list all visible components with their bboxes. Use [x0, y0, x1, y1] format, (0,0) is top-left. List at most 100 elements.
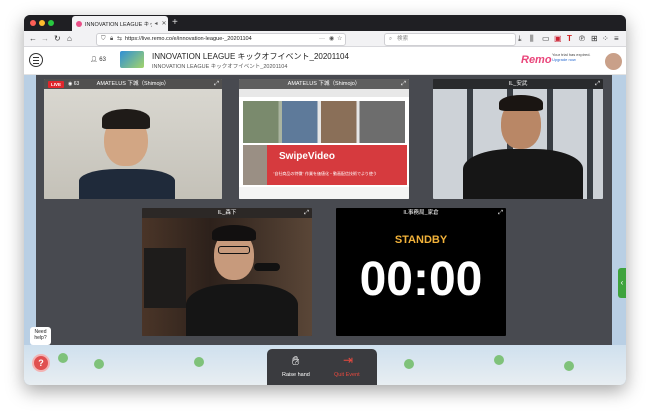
chevron-left-icon: ‹: [620, 278, 624, 287]
extension-gift-icon[interactable]: ⊞: [591, 33, 598, 44]
home-icon[interactable]: ⌂: [67, 33, 72, 44]
tree-decoration: [404, 359, 414, 369]
eye-icon: ◉: [68, 81, 73, 87]
tile-label-text: IL_森下: [217, 210, 237, 216]
tile-label: AMATELUS 下城（Shimojo）: [239, 79, 409, 89]
browser-tab[interactable]: INNOVATION LEAGUE キックオ ◂ ✕: [72, 16, 168, 31]
poster-left: [144, 248, 186, 308]
speaker-hair: [499, 95, 543, 111]
remo-favicon-icon: [76, 20, 82, 27]
search-input[interactable]: ⌕ 検索: [384, 33, 516, 46]
tree-decoration: [194, 357, 204, 367]
video-tile[interactable]: IL_森下 ⤢: [142, 208, 312, 336]
remo-header: 👤︎ 63 INNOVATION LEAGUE キックオフイベント_202011…: [24, 47, 626, 75]
need-help-bubble: Need help?: [30, 327, 51, 345]
extension-p-icon[interactable]: ℗: [579, 33, 585, 44]
question-icon: ?: [38, 358, 44, 368]
lock-icon: 🔒︎: [110, 36, 114, 42]
new-tab-icon[interactable]: +: [172, 16, 178, 30]
tree-decoration: [564, 361, 574, 371]
tile-label: IL事務局_家倉: [336, 208, 506, 218]
extension-dots-icon[interactable]: ⁘: [602, 33, 609, 44]
pocket-icon[interactable]: ◉: [329, 34, 334, 45]
permissions-icon[interactable]: ⇆: [117, 34, 122, 45]
slide-brand-text: SwipeVideo: [279, 151, 335, 162]
minimize-window-icon[interactable]: [39, 20, 45, 26]
address-bar[interactable]: ⛉ 🔒︎ ⇆ https://live.remo.co/e/innovation…: [96, 33, 346, 46]
attendee-count-value: 63: [99, 57, 106, 63]
tile-label-text: IL_安武: [508, 81, 528, 87]
browser-window: INNOVATION LEAGUE キックオ ◂ ✕ + ← → ↻ ⌂ ⛉ 🔒…: [24, 15, 626, 385]
close-tab-icon[interactable]: ✕: [160, 20, 168, 27]
trial-notice: Your trial has expired. Upgrade now: [552, 52, 600, 62]
back-icon[interactable]: ←: [29, 33, 37, 44]
upgrade-link[interactable]: Upgrade now: [552, 57, 576, 62]
speaker-hair: [102, 109, 150, 129]
speaker-body: [186, 284, 298, 336]
slide-caption: "自社商品の特徴" 作業を価値化・動画配信技術でより使う: [273, 171, 377, 176]
stage-panel: AMATELUS 下城（Shimojo） LIVE ◉ 63 ⤢ AMATELU…: [36, 75, 612, 345]
expand-icon[interactable]: ⤢: [304, 209, 309, 217]
shield-icon: ⛉: [101, 36, 106, 42]
tile-label-text: AMATELUS 下城（Shimojo）: [96, 81, 170, 87]
quit-event-button[interactable]: Quit Event: [334, 372, 360, 378]
tile-label-text: IL事務局_家倉: [403, 210, 439, 216]
speaker-hair: [212, 225, 256, 241]
event-stage: AMATELUS 下城（Shimojo） LIVE ◉ 63 ⤢ AMATELU…: [24, 75, 626, 385]
tab-bar: INNOVATION LEAGUE キックオ ◂ ✕ +: [24, 15, 626, 31]
expand-icon[interactable]: ⤢: [595, 80, 600, 88]
expand-icon[interactable]: ⤢: [498, 209, 503, 217]
search-icon: ⌕: [389, 36, 393, 42]
tile-label-text: AMATELUS 下城（Shimojo）: [287, 81, 361, 87]
bookmark-star-icon[interactable]: ☆: [337, 34, 342, 45]
slide-photo-left: [243, 145, 267, 185]
event-subtitle: INNOVATION LEAGUE キックオフイベント_20201104: [152, 64, 288, 70]
extension-t-icon[interactable]: T: [567, 33, 572, 44]
download-icon[interactable]: ⤓: [518, 33, 522, 44]
attendee-count: 👤︎ 63: [90, 56, 106, 63]
standby-text: STANDBY: [394, 234, 448, 246]
person-icon: 👤︎: [90, 57, 98, 63]
viewer-count: ◉ 63: [68, 81, 79, 88]
expand-icon[interactable]: ⤢: [401, 80, 406, 88]
tree-decoration: [58, 353, 68, 363]
expand-icon[interactable]: ⤢: [214, 80, 219, 88]
remo-logo: Remo: [521, 54, 552, 66]
raise-hand-button[interactable]: Raise hand: [282, 372, 310, 378]
speaker-body: [79, 169, 175, 199]
live-badge: LIVE: [48, 81, 65, 88]
slide-photo-grid: [243, 101, 405, 143]
side-panel-toggle[interactable]: ‹: [618, 268, 626, 298]
tile-label: IL_森下: [142, 208, 312, 218]
tab-title: INNOVATION LEAGUE キックオ: [85, 21, 152, 28]
video-tile[interactable]: IL_安武 ⤢: [433, 79, 603, 199]
video-tile[interactable]: AMATELUS 下城（Shimojo） ⤢ SwipeVideo "自社商品の…: [239, 79, 409, 199]
video-tile[interactable]: IL事務局_家倉 ⤢ STANDBY 00:00: [336, 208, 506, 336]
extension-red-icon[interactable]: ▣: [554, 33, 562, 44]
speaker-icon[interactable]: ◂: [152, 20, 160, 27]
microphone-icon: [254, 263, 280, 271]
close-window-icon[interactable]: [30, 20, 36, 26]
video-tile[interactable]: AMATELUS 下城（Shimojo） LIVE ◉ 63 ⤢: [44, 79, 222, 199]
raise-hand-icon[interactable]: ✋︎: [292, 353, 299, 369]
forward-icon[interactable]: →: [41, 33, 49, 44]
event-title: INNOVATION LEAGUE キックオフイベント_20201104: [152, 52, 349, 61]
help-button[interactable]: ?: [32, 354, 50, 372]
library-icon[interactable]: ⫼: [530, 33, 534, 44]
slide-toolbar: [239, 89, 409, 97]
zoom-window-icon[interactable]: [48, 20, 54, 26]
slide-footer: [239, 187, 409, 199]
tree-decoration: [494, 355, 504, 365]
tree-decoration: [94, 359, 104, 369]
menu-icon[interactable]: ≡: [614, 33, 619, 44]
hamburger-menu-button[interactable]: [29, 53, 43, 67]
user-avatar[interactable]: [604, 52, 623, 71]
page-actions-icon[interactable]: ···: [319, 34, 325, 45]
reload-icon[interactable]: ↻: [54, 33, 61, 44]
speaker-body: [463, 149, 583, 199]
navigation-bar: ← → ↻ ⌂ ⛉ 🔒︎ ⇆ https://live.remo.co/e/in…: [24, 31, 626, 47]
event-thumbnail: [120, 51, 144, 68]
exit-icon[interactable]: ⇥: [343, 353, 353, 367]
sidebar-icon[interactable]: ▭: [542, 33, 550, 44]
action-bar: ✋︎ Raise hand ⇥ Quit Event: [267, 349, 377, 385]
